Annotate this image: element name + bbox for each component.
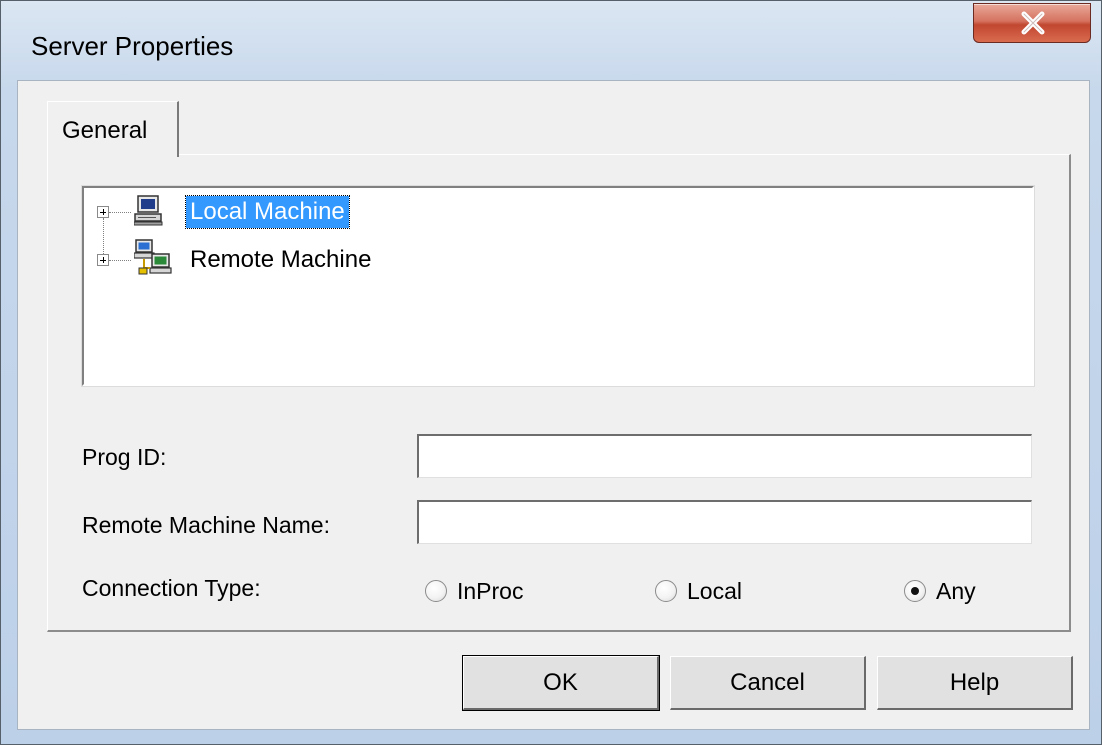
network-computers-icon: [134, 239, 172, 275]
radio-indicator-selected[interactable]: [904, 580, 926, 602]
remote-machine-name-input[interactable]: [419, 502, 1031, 543]
computer-icon: [134, 195, 163, 226]
help-button[interactable]: Help: [877, 656, 1073, 710]
ok-button[interactable]: OK: [462, 655, 660, 711]
radio-indicator[interactable]: [425, 580, 447, 602]
close-button[interactable]: [973, 3, 1091, 43]
prog-id-input[interactable]: [419, 436, 1031, 477]
tree-item-label: Local Machine: [185, 195, 350, 229]
radio-indicator[interactable]: [655, 580, 677, 602]
tree-item-remote-machine[interactable]: Remote Machine: [84, 239, 1024, 278]
expand-icon[interactable]: [97, 254, 109, 266]
title-bar[interactable]: Server Properties: [1, 1, 1101, 91]
prog-id-label: Prog ID:: [82, 444, 167, 470]
tab-general-label: General: [62, 117, 148, 144]
window-title: Server Properties: [31, 31, 234, 61]
tree-item-label: Remote Machine: [190, 246, 372, 273]
radio-inproc[interactable]: InProc: [425, 578, 565, 608]
radio-local[interactable]: Local: [655, 578, 795, 608]
radio-label: InProc: [457, 578, 524, 604]
radio-any[interactable]: Any: [904, 578, 1024, 608]
cancel-button[interactable]: Cancel: [670, 656, 866, 710]
tree-item-local-machine[interactable]: Local Machine: [84, 194, 1024, 230]
prog-id-field[interactable]: [417, 434, 1032, 478]
radio-label: Any: [936, 578, 976, 604]
remote-machine-name-field[interactable]: [417, 500, 1032, 544]
remote-machine-name-label: Remote Machine Name:: [82, 512, 330, 538]
close-icon: [1021, 11, 1045, 35]
radio-label: Local: [687, 578, 742, 604]
server-tree-view[interactable]: Local Machine Remote Machine: [81, 185, 1035, 387]
tab-general[interactable]: General: [47, 101, 179, 157]
expand-icon[interactable]: [97, 206, 109, 218]
connection-type-label: Connection Type:: [82, 575, 261, 601]
